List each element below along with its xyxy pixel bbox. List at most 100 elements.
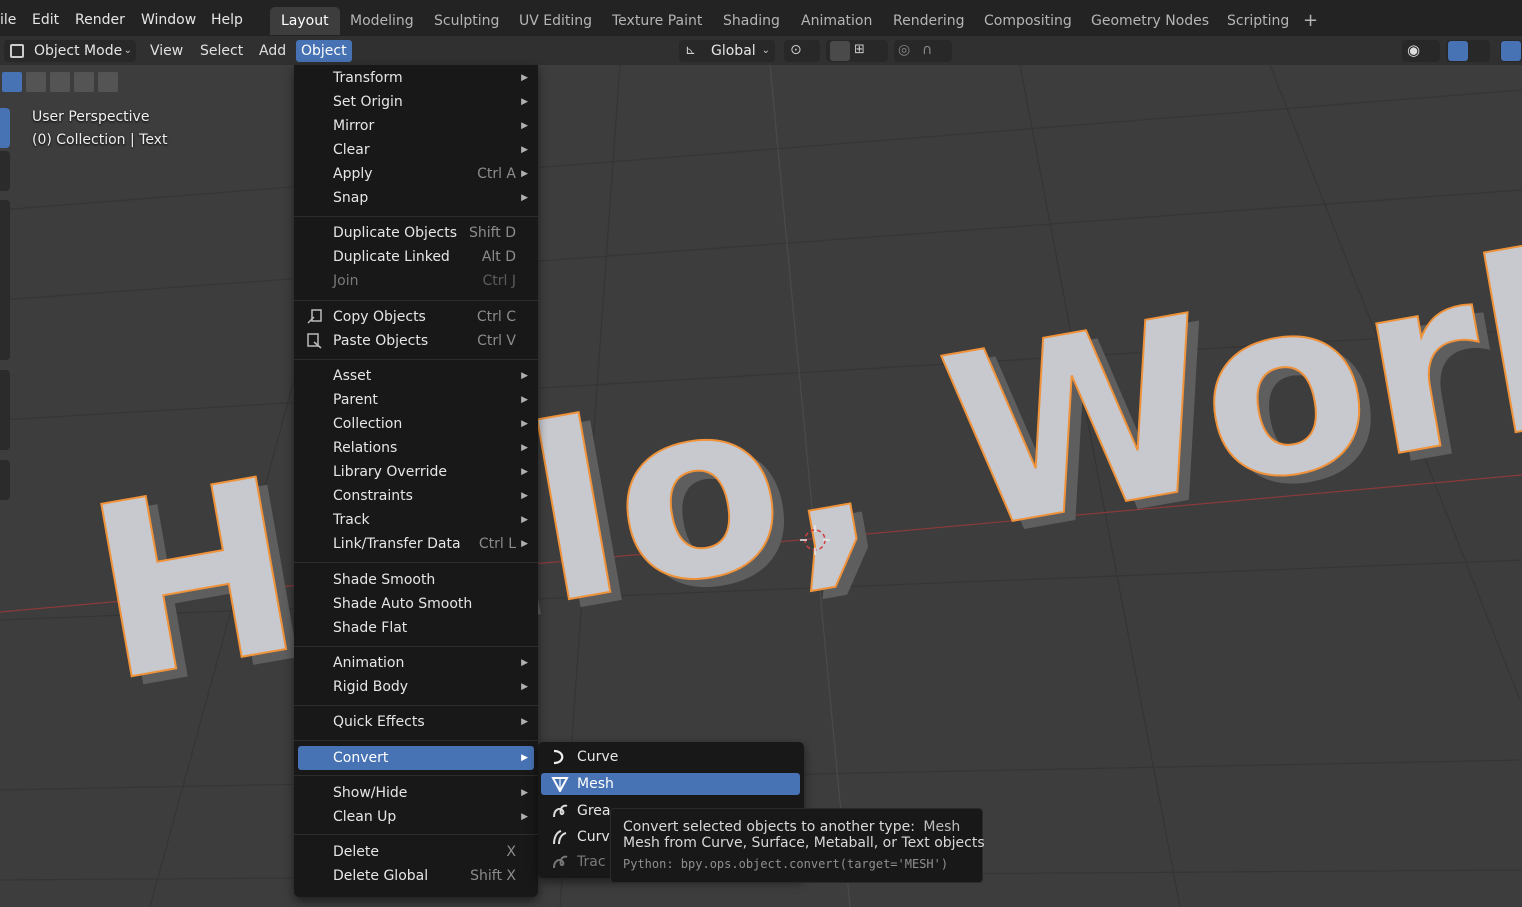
select-invert-icon[interactable] [74,72,94,92]
tab-modeling[interactable]: Modeling [339,7,425,35]
tab-rendering[interactable]: Rendering [882,7,976,35]
menu-item-shade-flat[interactable]: Shade Flat [298,616,534,640]
submenu-item-mesh[interactable]: Mesh [541,773,800,795]
menu-separator [294,834,538,835]
menu-item-set-origin[interactable]: Set Origin ▶ [298,90,534,114]
mode-selector[interactable]: Object Mode ⌄ [4,40,136,62]
toolbar-tool-group[interactable] [0,370,10,450]
gizmo-toggle[interactable] [1446,40,1490,62]
menu-separator [294,646,538,647]
tooltip-python: Python: bpy.ops.object.convert(target='M… [623,857,949,871]
tab-layout[interactable]: Layout [270,7,340,35]
chevron-down-icon: ⌄ [123,45,132,56]
menu-item-clear[interactable]: Clear ▶ [298,138,534,162]
mesh-icon [551,777,569,792]
chevron-right-icon: ▶ [521,717,528,727]
chevron-right-icon: ▶ [521,515,528,525]
submenu-item-curve[interactable]: Curve [541,746,800,768]
copy-icon [307,309,322,324]
menu-item-paste-objects[interactable]: Paste Objects Ctrl V [298,329,534,353]
menu-object[interactable]: Object [296,40,352,62]
menu-item-rigid-body[interactable]: Rigid Body ▶ [298,675,534,699]
toolbar-tool-group[interactable] [0,200,10,360]
menu-item-mirror[interactable]: Mirror ▶ [298,114,534,138]
visibility-selector[interactable]: ◉ [1402,40,1440,62]
select-subtract-icon[interactable] [50,72,70,92]
tab-geometry-nodes[interactable]: Geometry Nodes [1080,7,1220,35]
menu-item-constraints[interactable]: Constraints ▶ [298,484,534,508]
menu-item-clean-up[interactable]: Clean Up ▶ [298,805,534,829]
menu-item-apply[interactable]: Apply Ctrl A ▶ [298,162,534,186]
toolbar-tool-group[interactable] [0,460,10,500]
paste-icon [307,333,322,349]
menu-window[interactable]: Window [141,10,196,30]
menu-item-quick-effects[interactable]: Quick Effects ▶ [298,710,534,734]
menu-separator [294,359,538,360]
menu-item-duplicate-linked[interactable]: Duplicate Linked Alt D [298,245,534,269]
menu-item-delete[interactable]: Delete X [298,840,534,864]
menu-render[interactable]: Render [75,10,125,30]
menu-item-shade-smooth[interactable]: Shade Smooth [298,568,534,592]
menu-item-collection[interactable]: Collection ▶ [298,412,534,436]
snap-icon [830,41,850,61]
chevron-right-icon: ▶ [521,145,528,155]
orientation-label: Global [711,43,756,59]
overlays-toggle[interactable] [1500,40,1522,62]
chevron-down-icon: ⌄ [761,45,770,56]
menu-item-shade-auto-smooth[interactable]: Shade Auto Smooth [298,592,534,616]
select-new-icon[interactable] [2,72,22,92]
tab-shading[interactable]: Shading [712,7,791,35]
svg-text:Hello, World!: Hello, World! [71,153,1522,736]
proportional-editing-toggle[interactable]: ◎ ∩ [894,40,952,62]
toolbar-active-tool[interactable] [0,108,10,148]
menu-view[interactable]: View [145,40,188,62]
add-workspace-button[interactable]: + [1292,7,1329,35]
mode-label: Object Mode [34,43,123,59]
menu-item-delete-global[interactable]: Delete Global Shift X [298,864,534,888]
tab-sculpting[interactable]: Sculpting [423,7,510,35]
curves-icon [553,830,567,845]
menu-help[interactable]: Help [211,10,243,30]
chevron-right-icon: ▶ [521,467,528,477]
tab-scripting[interactable]: Scripting [1216,7,1300,35]
transform-orientation-selector[interactable]: ⊾ Global ⌄ [679,40,775,62]
menu-item-asset[interactable]: Asset ▶ [298,364,534,388]
object-menu: Transform ▶ Set Origin ▶ Mirror ▶ Clear ▶ Ap… [294,65,538,897]
menu-item-parent[interactable]: Parent ▶ [298,388,534,412]
tab-animation[interactable]: Animation [790,7,883,35]
chevron-right-icon: ▶ [521,169,528,179]
orientation-icon: ⊾ [685,43,696,58]
tab-compositing[interactable]: Compositing [973,7,1083,35]
chevron-right-icon: ▶ [521,73,528,83]
tab-uv-editing[interactable]: UV Editing [508,7,603,35]
menu-item-convert[interactable]: Convert ▶ [298,746,534,770]
tooltip-title-text: Convert selected objects to another type… [623,819,915,835]
menu-item-link-transfer-data[interactable]: Link/Transfer Data Ctrl L ▶ [298,532,534,556]
menu-select[interactable]: Select [195,40,248,62]
menu-item-snap[interactable]: Snap ▶ [298,186,534,210]
menu-item-duplicate-objects[interactable]: Duplicate Objects Shift D [298,221,534,245]
trace-icon [553,855,568,869]
menu-add[interactable]: Add [254,40,291,62]
chevron-right-icon: ▶ [521,395,528,405]
pivot-point-selector[interactable]: ⊙ [784,40,820,62]
menu-item-relations[interactable]: Relations ▶ [298,436,534,460]
chevron-right-icon: ▶ [521,788,528,798]
hello-world-text[interactable]: Hello, World! Hello, World! [70,152,1522,744]
select-intersect-icon[interactable] [98,72,118,92]
snap-toggle[interactable]: ⊞ [826,40,888,62]
menu-item-show-hide[interactable]: Show/Hide ▶ [298,781,534,805]
menu-item-track[interactable]: Track ▶ [298,508,534,532]
tab-texture-paint[interactable]: Texture Paint [601,7,713,35]
menu-edit[interactable]: Edit [32,10,59,30]
toolbar-tool[interactable] [0,151,10,191]
menu-separator [294,216,538,217]
menu-item-animation[interactable]: Animation ▶ [298,651,534,675]
chevron-right-icon: ▶ [521,443,528,453]
menu-item-transform[interactable]: Transform ▶ [298,66,534,90]
menu-item-library-override[interactable]: Library Override ▶ [298,460,534,484]
menu-file[interactable]: ile [0,10,16,30]
select-extend-icon[interactable] [26,72,46,92]
menu-item-copy-objects[interactable]: Copy Objects Ctrl C [298,305,534,329]
gizmo-icon [1448,41,1468,61]
